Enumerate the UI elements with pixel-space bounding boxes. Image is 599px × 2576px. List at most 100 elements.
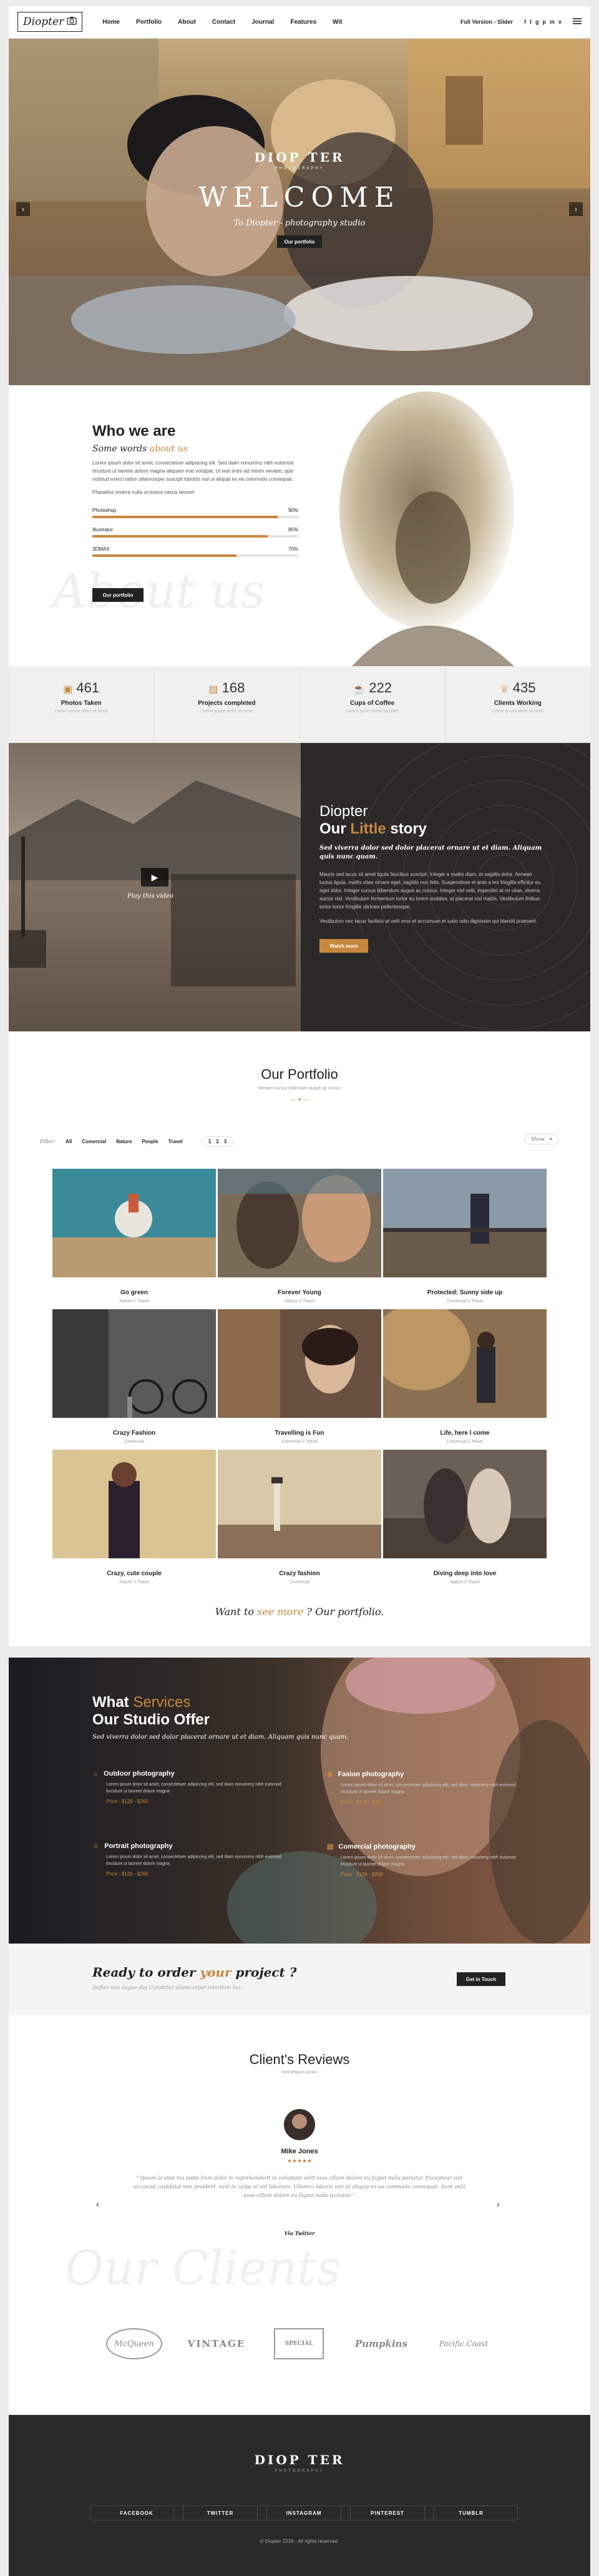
portfolio-item[interactable]: Life, here I come Comercial // Travel <box>371 1303 547 1444</box>
stat-label: Clients Working <box>494 700 542 707</box>
portfolio-image <box>383 1450 547 1558</box>
footer-brand-block: DIOP TER PHOTOGRAPHY <box>9 2452 590 2473</box>
footer-tumblr-link[interactable]: TUMBLR <box>424 2505 518 2520</box>
order-title-a: Ready to order <box>92 1965 196 1980</box>
nav-wit[interactable]: Wit <box>333 19 342 26</box>
nav-features[interactable]: Features <box>290 19 316 26</box>
hero-brand: DIOP TER <box>254 150 345 165</box>
service-desc: Lorem ipsum dolor sit amet, consectetuer… <box>106 1855 281 1866</box>
filter-nature[interactable]: Nature <box>116 1139 132 1144</box>
see-more-b: see more <box>257 1606 304 1618</box>
portfolio-image <box>218 1450 381 1558</box>
portfolio-image <box>52 1450 216 1558</box>
sun-icon: ☼ <box>92 1770 99 1777</box>
sort-dropdown[interactable]: Show ▾ <box>524 1134 559 1144</box>
portfolio-item[interactable]: Travelling is Fun Comercial // Travel <box>218 1309 381 1444</box>
footer-instagram-link[interactable]: INSTAGRAM <box>257 2505 351 2520</box>
review-next-arrow[interactable]: › <box>497 2199 500 2209</box>
pinterest-icon[interactable]: p <box>542 19 546 25</box>
portfolio-image <box>383 1169 547 1277</box>
portfolio-item-category: Comercial // Travel <box>281 1440 318 1444</box>
page-1[interactable]: 1 <box>208 1139 211 1144</box>
service-title: Outdoor photography <box>104 1770 175 1777</box>
stat-item: ▤ 168 Projects completed Lorem ipsum dol… <box>154 666 300 741</box>
portfolio-item[interactable]: Crazy fashion Comercial <box>218 1450 381 1585</box>
filter-people[interactable]: People <box>142 1139 158 1144</box>
portfolio-item[interactable]: Diving deep into love Nature // Travel <box>383 1450 547 1585</box>
portfolio-item-title: Crazy fashion <box>279 1570 320 1577</box>
story-title-line2: Our Little story <box>319 820 572 838</box>
portfolio-item[interactable]: Crazy Fashion Comercial <box>52 1309 216 1444</box>
page-2[interactable]: 2 <box>216 1139 218 1144</box>
footer-brand: DIOP TER <box>254 2452 345 2467</box>
nav-home[interactable]: Home <box>102 19 120 26</box>
hero-portfolio-button[interactable]: Our portfolio <box>277 235 322 248</box>
sort-label: Show <box>530 1136 545 1142</box>
portfolio-item-category: Comercial <box>124 1440 144 1444</box>
services-italic: Sed viverra dolor sed dolor placerat orn… <box>92 1734 349 1741</box>
stat-sub: Lorem ipsum dolor sit amet <box>200 709 253 714</box>
about-portfolio-button[interactable]: Our portfolio <box>92 588 144 602</box>
vimeo-icon[interactable]: v <box>558 19 562 25</box>
stats-bar: ▣ 461 Photos Taken Lorem ipsum dolor sit… <box>9 666 590 741</box>
client-logo-pumpkins[interactable]: Pumpkins <box>347 2326 416 2362</box>
user-icon: ☺ <box>92 1842 100 1850</box>
nav-about[interactable]: About <box>178 19 196 26</box>
services-title-c: Our Studio Offer <box>92 1711 210 1728</box>
client-logo-mcqueen[interactable]: McQueen <box>100 2326 168 2362</box>
reviewer-name: Mike Jones <box>281 2148 318 2155</box>
video-panel: ▶ Play this video <box>9 743 301 1031</box>
hamburger-icon[interactable] <box>573 18 582 26</box>
skill-label: Illustrator <box>92 527 113 533</box>
hero-prev-arrow[interactable]: ‹ <box>16 202 30 216</box>
filter-comercial[interactable]: Comercial <box>82 1139 106 1144</box>
linkedin-icon[interactable]: in <box>550 19 555 25</box>
coffee-icon: ☕ <box>353 684 366 695</box>
nav-contact[interactable]: Contact <box>212 19 235 26</box>
services-heading: What Services Our Studio Offer Sed viver… <box>92 1694 349 1741</box>
story-title-our: Our <box>319 820 346 837</box>
portfolio-item-category: Nature // Travel <box>285 1299 314 1304</box>
get-in-touch-button[interactable]: Get in Touch <box>457 1972 505 1986</box>
google-icon[interactable]: g <box>535 19 539 25</box>
about-title: Who we are <box>92 423 176 440</box>
portfolio-item[interactable]: Forever Young Nature // Travel <box>218 1169 381 1304</box>
portfolio-item-category: Comercial <box>290 1580 309 1585</box>
nav-journal[interactable]: Journal <box>251 19 274 26</box>
portfolio-item[interactable]: Go green Nature // Travel <box>52 1169 216 1304</box>
client-logo-text: McQueen <box>106 2328 162 2359</box>
site-header: Diopter Home Portfolio About Contact Jou… <box>9 6 590 37</box>
watch-more-button[interactable]: Watch more <box>319 939 368 953</box>
footer-twitter-link[interactable]: TWITTER <box>173 2505 267 2520</box>
logo[interactable]: Diopter <box>17 12 83 32</box>
review-prev-arrow[interactable]: ‹ <box>96 2199 99 2209</box>
nav-portfolio[interactable]: Portfolio <box>136 19 162 26</box>
page-3[interactable]: 3 <box>224 1139 226 1144</box>
camera-icon: ◉ <box>327 1771 333 1778</box>
filter-all[interactable]: All <box>66 1139 72 1144</box>
play-icon[interactable]: ▶ <box>141 868 168 887</box>
portfolio-item[interactable]: Protected: Sunny side up Comercial // Tr… <box>383 1169 547 1304</box>
skill-bar <box>92 535 298 538</box>
portfolio-item-title: Travelling is Fun <box>275 1430 324 1437</box>
chevron-down-icon: ▾ <box>549 1136 552 1142</box>
services-section: What Services Our Studio Offer Sed viver… <box>9 1658 590 1944</box>
order-cta: Ready to order your project ? Duftes non… <box>9 1944 590 2015</box>
version-link[interactable]: Full Version - Slider <box>460 19 513 25</box>
portfolio-item[interactable]: Crazy, cute couple Nature // Travel <box>52 1450 216 1585</box>
filter-travel[interactable]: Travel <box>168 1139 183 1144</box>
about-paragraph-2: Phasellus viverra nulla ut metus varius … <box>92 489 196 495</box>
services-title-a: What <box>92 1694 129 1711</box>
briefcase-icon: ▤ <box>208 684 218 695</box>
portfolio-item-title: Life, here I come <box>440 1430 490 1437</box>
twitter-icon[interactable]: t <box>530 19 532 25</box>
client-logo-pacific-coast[interactable]: Pacific Coast <box>429 2326 498 2362</box>
footer-pinterest-link[interactable]: PINTEREST <box>341 2505 434 2520</box>
client-logo-vintage[interactable]: VINTAGE <box>182 2326 251 2362</box>
review-via: Via Twitter <box>284 2230 315 2236</box>
see-more-link[interactable]: Want to see more ? Our portfolio. <box>9 1606 590 1618</box>
footer-facebook-link[interactable]: FACEBOOK <box>90 2505 183 2520</box>
facebook-icon[interactable]: f <box>524 19 526 25</box>
client-logo-special[interactable]: SPECIAL <box>265 2326 333 2362</box>
hero-next-arrow[interactable]: › <box>569 202 583 216</box>
